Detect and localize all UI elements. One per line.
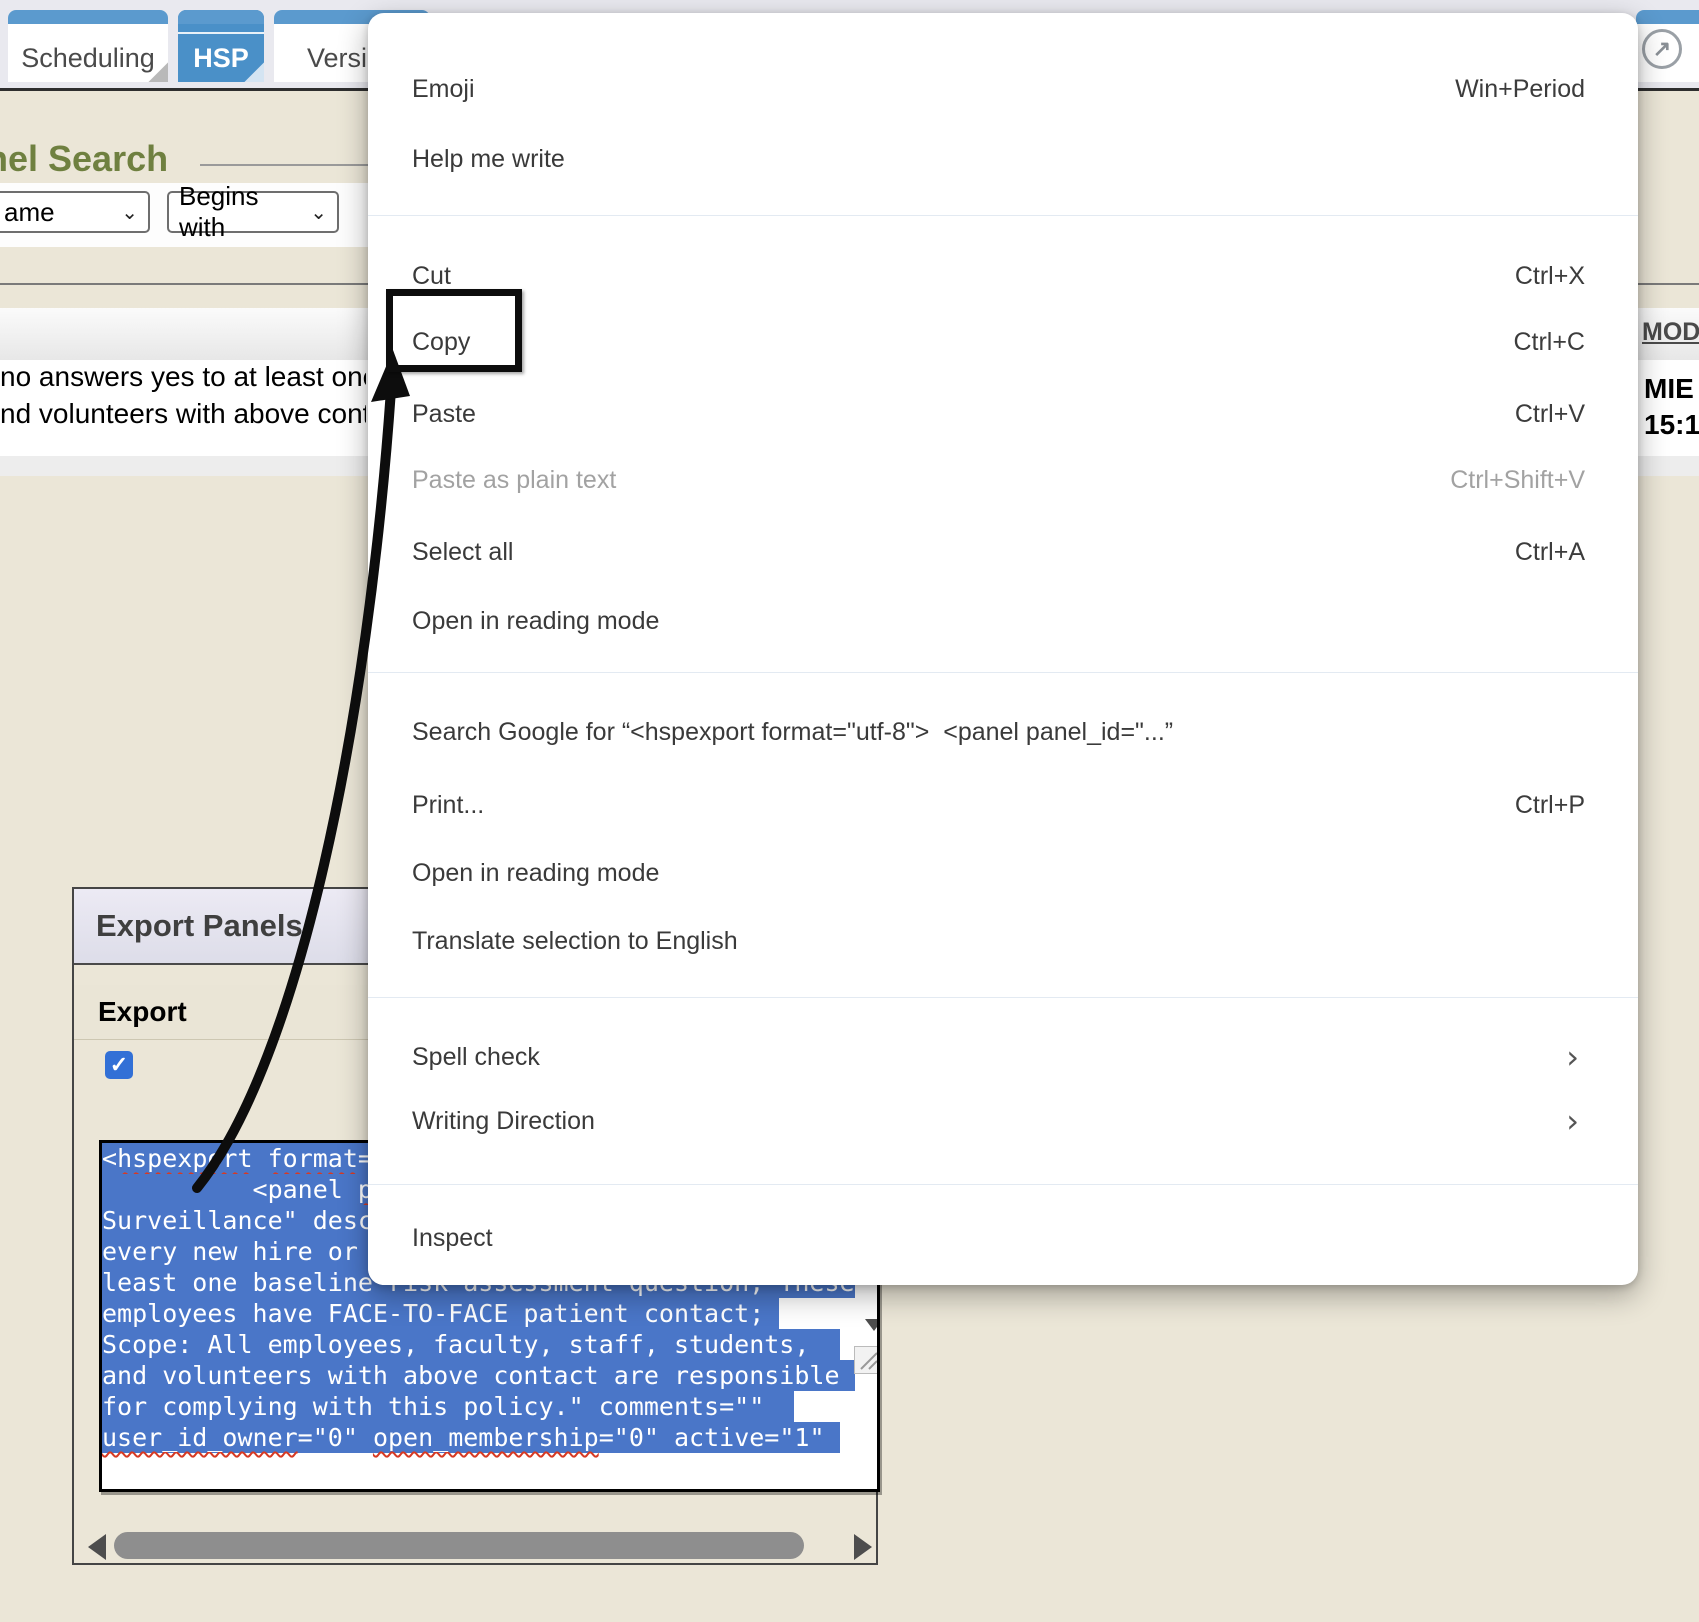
xml-text-line: employees have FACE-TO-FACE patient cont… <box>102 1298 877 1329</box>
export-section-label: Export <box>74 996 187 1028</box>
submenu-chevron-icon: › <box>1566 1041 1585 1073</box>
scrollbar-down-arrow-icon[interactable] <box>865 1319 880 1331</box>
menu-item-spell-check[interactable]: Spell check › <box>368 1024 1638 1090</box>
search-operator-value: Begins with <box>179 181 296 243</box>
menu-item-shortcut: Ctrl+Shift+V <box>1450 466 1585 495</box>
menu-item-shortcut: Ctrl+P <box>1515 791 1585 820</box>
menu-item-label: Paste as plain text <box>412 466 616 495</box>
screenshot-root: Scheduling HSP Version ↗ nel Search ame … <box>0 0 1699 1622</box>
menu-item-shortcut: Win+Period <box>1455 75 1585 104</box>
menu-item-search-google-for-hspexport-format-utf-8[interactable]: Search Google for “<hspexport format="ut… <box>368 699 1638 765</box>
open-external-circle-arrow-icon[interactable]: ↗ <box>1642 29 1682 69</box>
menu-item-label: Help me write <box>412 145 565 174</box>
menu-item-cut[interactable]: Cut Ctrl+X <box>368 243 1638 309</box>
scrollbar-left-arrow-icon[interactable] <box>88 1534 106 1560</box>
menu-item-help-me-write[interactable]: Help me write <box>368 126 1638 192</box>
xml-text-line: Scope: All employees, faculty, staff, st… <box>102 1329 877 1360</box>
menu-item-print[interactable]: Print... Ctrl+P <box>368 772 1638 838</box>
scrollbar-right-arrow-icon[interactable] <box>854 1534 872 1560</box>
tab-top-strip <box>1636 10 1699 24</box>
copy-highlight-box <box>386 289 522 372</box>
menu-item-label: Translate selection to English <box>412 927 738 956</box>
dialog-title: Export Panels <box>74 908 303 944</box>
row-description-line2: nd volunteers with above cont <box>0 398 366 430</box>
chevron-down-icon: ⌄ <box>296 200 327 225</box>
menu-item-emoji[interactable]: Emoji Win+Period <box>368 56 1638 122</box>
checkmark-icon: ✓ <box>110 1052 128 1078</box>
tab-scheduling[interactable]: Scheduling <box>8 10 168 82</box>
menu-item-inspect[interactable]: Inspect <box>368 1205 1638 1271</box>
browser-context-menu: Emoji Win+Period Help me write Cut Ctrl+X Cop… <box>368 13 1638 1285</box>
menu-item-open-in-reading-mode[interactable]: Open in reading mode <box>368 588 1638 654</box>
menu-item-translate-selection-to-english[interactable]: Translate selection to English <box>368 908 1638 974</box>
menu-item-writing-direction[interactable]: Writing Direction › <box>368 1088 1638 1154</box>
menu-item-paste[interactable]: Paste Ctrl+V <box>368 381 1638 447</box>
xml-text-line: for complying with this policy." comment… <box>102 1391 877 1422</box>
tab-top-strip <box>8 10 168 24</box>
row-description-line1: no answers yes to at least one | <box>0 361 366 393</box>
menu-item-label: Emoji <box>412 75 475 104</box>
export-checkbox[interactable]: ✓ <box>105 1051 133 1079</box>
panel-search-heading: nel Search <box>0 138 168 180</box>
tab-scheduling-label: Scheduling <box>8 34 168 82</box>
menu-item-label: Open in reading mode <box>412 859 659 888</box>
menu-item-shortcut: Ctrl+X <box>1515 262 1585 291</box>
tab-top-strip <box>178 10 264 24</box>
menu-item-label: Print... <box>412 791 484 820</box>
menu-item-copy[interactable]: CopyCtrl+C <box>368 309 1638 375</box>
menu-item-shortcut: Ctrl+C <box>1513 328 1585 357</box>
menu-item-label: Open in reading mode <box>412 607 659 636</box>
arrow-glyph: ↗ <box>1653 36 1671 62</box>
submenu-chevron-icon: › <box>1566 1105 1585 1137</box>
chevron-down-icon: ⌄ <box>107 200 138 225</box>
menu-separator <box>368 997 1638 998</box>
menu-item-label: Search Google for “<hspexport format="ut… <box>412 718 1173 747</box>
menu-item-paste-as-plain-text: Paste as plain text Ctrl+Shift+V <box>368 447 1638 513</box>
menu-item-label: Cut <box>412 262 451 291</box>
xml-text-line: user_id_owner="0" open_membership="0" ac… <box>102 1422 877 1453</box>
horizontal-scrollbar-thumb[interactable] <box>114 1532 804 1559</box>
menu-item-label: Spell check <box>412 1043 540 1072</box>
menu-separator <box>368 215 1638 216</box>
menu-item-shortcut: Ctrl+A <box>1515 538 1585 567</box>
menu-item-label: Paste <box>412 400 476 429</box>
menu-item-label: Inspect <box>412 1224 493 1253</box>
search-field-value: ame <box>4 197 55 228</box>
tab-fold-corner <box>148 62 168 82</box>
xml-text-line: and volunteers with above contact are re… <box>102 1360 877 1391</box>
search-operator-select[interactable]: Begins with ⌄ <box>167 191 339 233</box>
tab-hsp[interactable]: HSP <box>178 10 264 82</box>
menu-separator <box>368 672 1638 673</box>
column-header-mod[interactable]: MOD <box>1642 318 1699 347</box>
cell-modified-time: 15:1 <box>1644 409 1699 441</box>
menu-item-select-all[interactable]: Select all Ctrl+A <box>368 519 1638 585</box>
search-field-select[interactable]: ame ⌄ <box>0 191 150 233</box>
menu-item-shortcut: Ctrl+V <box>1515 400 1585 429</box>
menu-separator <box>368 1184 1638 1185</box>
textarea-resize-grip[interactable] <box>854 1346 880 1374</box>
menu-item-label: Select all <box>412 538 513 567</box>
tab-fold-corner <box>244 62 264 82</box>
menu-item-open-in-reading-mode[interactable]: Open in reading mode <box>368 840 1638 906</box>
menu-item-label: Writing Direction <box>412 1107 595 1136</box>
cell-modified-by: MIE <box>1644 373 1699 405</box>
